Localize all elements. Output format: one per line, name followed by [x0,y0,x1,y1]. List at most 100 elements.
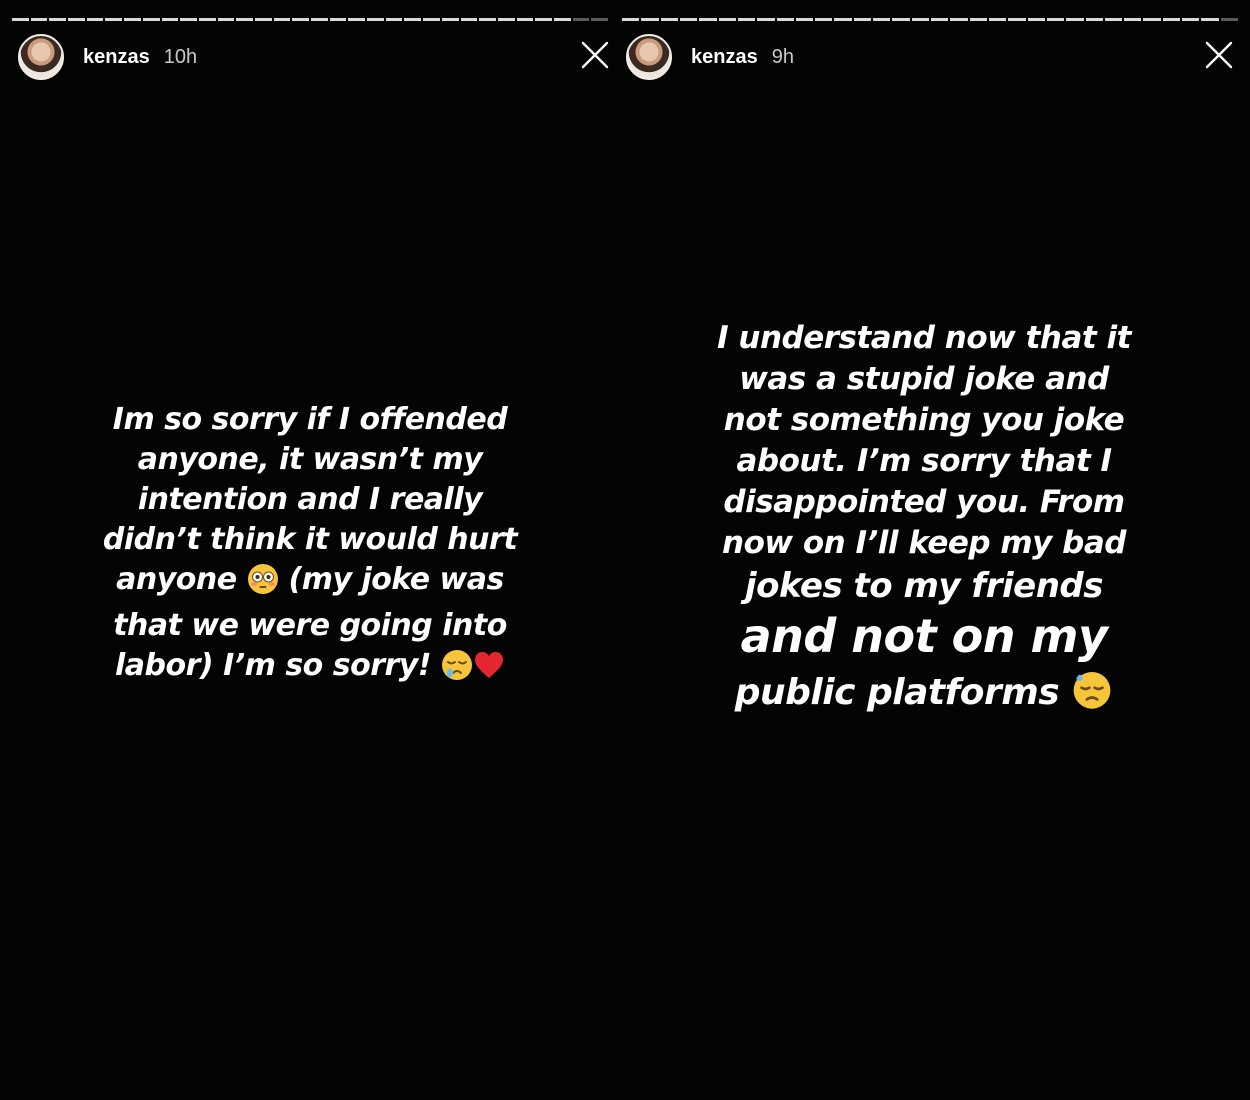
story-timestamp: 9h [771,45,794,68]
downcast-face-with-sweat-emoji [1071,668,1113,728]
message-line-with-emoji: labor) I’m so sorry! [80,646,540,692]
progress-segment [1143,18,1161,21]
progress-segment [367,18,384,21]
message-line: intention and I really [137,482,483,517]
progress-segment [142,18,160,21]
flushed-face-emoji [247,563,279,606]
progress-segment [931,18,949,21]
progress-segment [348,18,366,21]
progress-segment [892,18,910,21]
progress-segment [988,18,1007,21]
avatar[interactable] [626,34,672,80]
progress-segment [757,18,775,21]
progress-segment [161,18,179,21]
progress-segment [236,18,253,21]
message-text: public platforms [734,672,1060,713]
message-line: was a stupid joke and [739,361,1109,397]
close-icon[interactable] [580,40,610,70]
username[interactable]: kenzas [691,46,758,69]
close-icon[interactable] [1204,40,1234,70]
progress-segment [815,18,833,21]
story-timestamp: 10h [163,45,198,68]
progress-segment [479,18,496,21]
progress-segment [460,18,478,21]
message-line-with-emoji: anyone (my joke was [80,560,540,606]
progress-segment [30,18,48,21]
progress-segment [718,18,736,21]
progress-segment [273,18,291,21]
message-line: not something you joke [723,402,1125,438]
progress-segment [911,18,929,21]
progress-segment [198,18,216,21]
sleepy-face-emoji [441,649,473,692]
progress-segment [1085,18,1103,21]
progress-segment [1008,18,1026,21]
progress-segment [49,18,67,21]
progress-segment [553,18,571,21]
progress-segment [795,18,814,21]
message-line: I understand now that it [717,320,1131,356]
progress-segment [834,18,852,21]
progress-segment [873,18,891,21]
progress-segment [1182,18,1200,21]
progress-segment [68,18,85,21]
story-progress-bar [12,18,608,22]
progress-segment [776,18,794,21]
progress-segment [737,18,756,21]
red-heart-emoji [473,649,505,692]
progress-segment [641,18,659,21]
progress-segment [699,18,717,21]
progress-segment [105,18,123,21]
message-line: jokes to my friends [745,566,1103,606]
progress-segment [622,18,640,21]
progress-segment [1104,18,1123,21]
message-text: (my joke was [288,562,505,597]
story-message: Im so sorry if I offended anyone, it was… [80,400,540,692]
story-viewer: kenzas 10h Im so sorry if I offended any… [0,0,1250,1100]
progress-segment [292,18,309,21]
message-text: anyone [116,562,237,597]
message-line: Im so sorry if I offended [112,402,508,437]
progress-segment [660,18,678,21]
progress-segment [1162,18,1181,21]
story-panel-1[interactable]: kenzas 10h Im so sorry if I offended any… [0,0,622,1100]
story-header: kenzas 9h [626,34,794,80]
progress-segment [217,18,235,21]
progress-segment [679,18,698,21]
message-line: and not on my [740,609,1108,663]
progress-segment [423,18,440,21]
progress-segment [516,18,534,21]
story-progress-bar [622,18,1238,22]
progress-segment [969,18,987,21]
username[interactable]: kenzas [83,46,150,69]
message-text: labor) I’m so sorry! [115,648,432,683]
progress-segment [1066,18,1084,21]
progress-segment [497,18,515,21]
story-panel-2[interactable]: kenzas 9h I understand now that it was a… [622,0,1250,1100]
progress-segment [1201,18,1219,21]
progress-segment [404,18,422,21]
progress-segment [254,18,272,21]
progress-segment [329,18,347,21]
progress-segment [1124,18,1142,21]
progress-segment [86,18,104,21]
progress-segment [1027,18,1045,21]
message-line: disappointed you. From [723,484,1125,520]
message-line: about. I’m sorry that I [736,443,1112,479]
progress-segment [535,18,552,21]
progress-segment [950,18,968,21]
progress-segment [572,18,590,21]
progress-segment [124,18,141,21]
progress-segment [180,18,197,21]
progress-segment [441,18,459,21]
avatar[interactable] [18,34,64,80]
message-line-with-emoji: public platforms [704,664,1144,728]
story-message: I understand now that it was a stupid jo… [704,318,1144,728]
progress-segment [311,18,328,21]
message-line: anyone, it wasn’t my [137,442,483,477]
progress-segment [1220,18,1238,21]
message-line: now on I’ll keep my bad [722,525,1126,561]
message-line: didn’t think it would hurt [102,522,518,557]
progress-segment [385,18,403,21]
message-line: that we were going into [113,608,507,643]
